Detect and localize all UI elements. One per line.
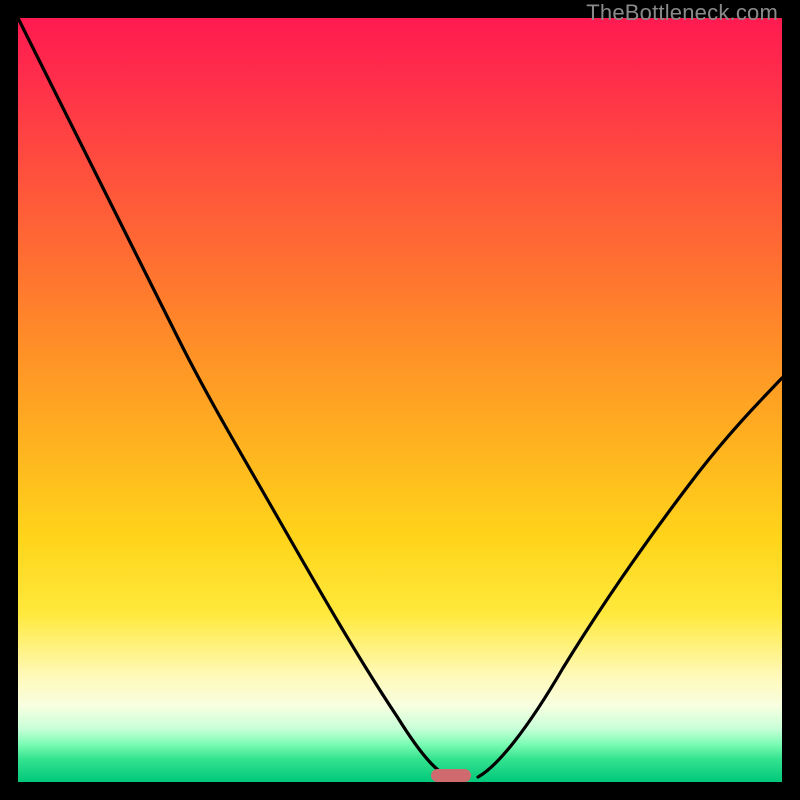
curve-left-branch: [18, 18, 450, 777]
watermark-text: TheBottleneck.com: [586, 0, 778, 26]
optimal-marker: [431, 769, 471, 782]
plot-area: [18, 18, 782, 782]
curve-right-branch: [478, 378, 782, 777]
chart-frame: TheBottleneck.com: [0, 0, 800, 800]
bottleneck-curve: [18, 18, 782, 782]
